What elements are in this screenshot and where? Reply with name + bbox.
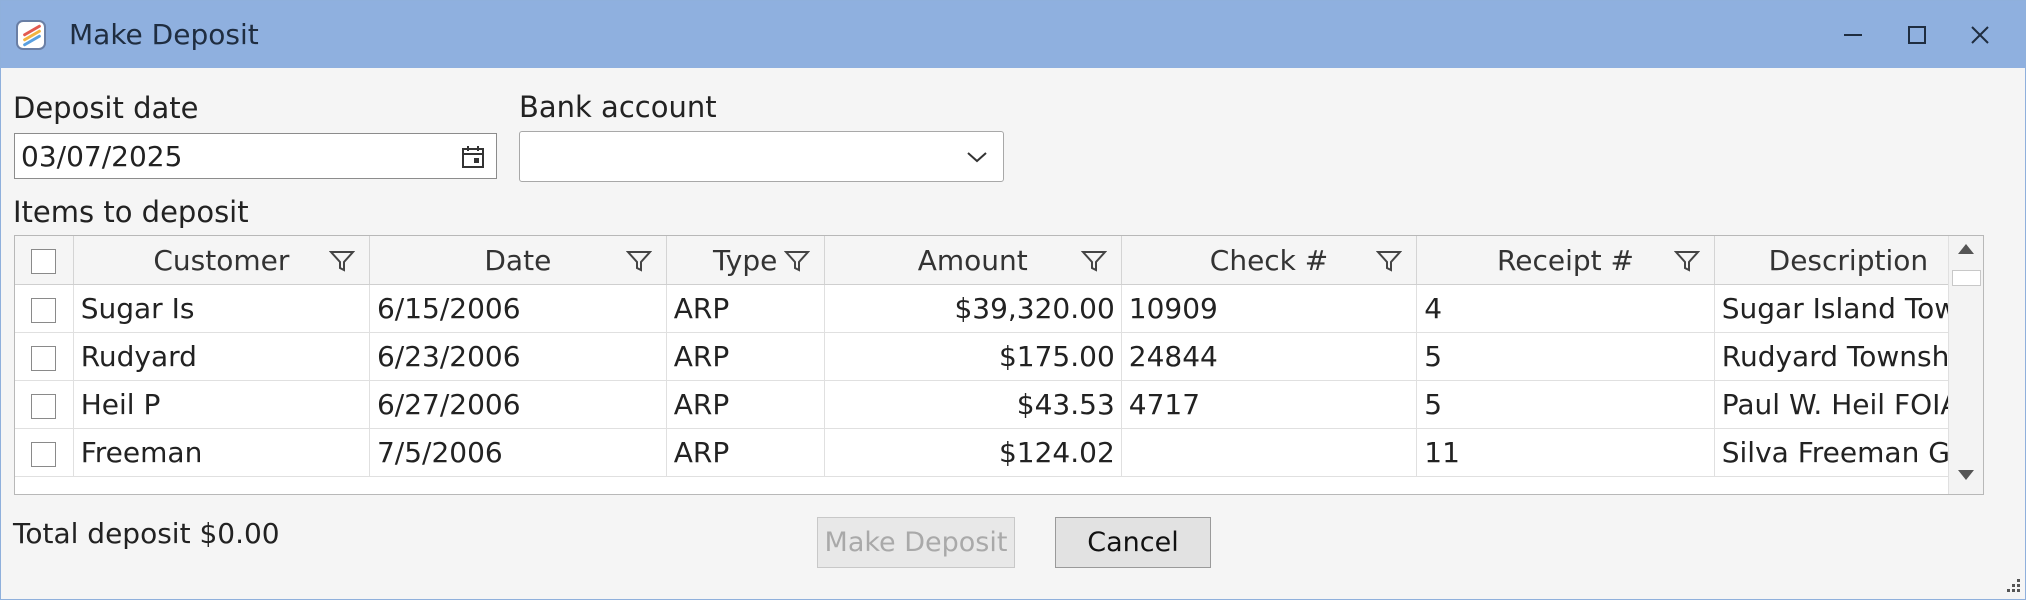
customer-cell[interactable]: Freeman xyxy=(73,428,370,477)
receipt-cell[interactable]: 4 xyxy=(1416,284,1715,333)
table-row[interactable]: Freeman 7/5/2006 ARP $124.02 11 Silva Fr… xyxy=(15,428,1983,477)
receipt-cell[interactable]: 5 xyxy=(1416,332,1715,381)
date-cell[interactable]: 6/23/2006 xyxy=(369,332,667,381)
date-cell[interactable]: 7/5/2006 xyxy=(369,428,667,477)
column-header-amount[interactable]: Amount xyxy=(824,236,1122,285)
description-cell[interactable]: Paul W. Heil FOIA xyxy=(1714,380,1983,429)
items-to-deposit-label: Items to deposit xyxy=(13,195,249,229)
row-checkbox[interactable] xyxy=(31,345,57,371)
close-icon xyxy=(1971,26,1989,44)
type-cell[interactable]: ARP xyxy=(666,428,825,477)
items-table: Customer Date Type Amount Check # Receip… xyxy=(15,236,1983,477)
cancel-button[interactable]: Cancel xyxy=(1055,517,1211,568)
column-header-customer[interactable]: Customer xyxy=(73,236,370,285)
check-cell[interactable]: 10909 xyxy=(1121,284,1418,333)
customer-cell[interactable]: Sugar Is xyxy=(73,284,370,333)
resize-grip-icon[interactable] xyxy=(2003,577,2021,595)
check-cell[interactable]: 4717 xyxy=(1121,380,1418,429)
bank-account-select[interactable] xyxy=(519,131,1004,182)
table-row[interactable]: Rudyard 6/23/2006 ARP $175.00 24844 5 Ru… xyxy=(15,332,1983,381)
column-header-check[interactable]: Check # xyxy=(1121,236,1418,285)
description-cell[interactable]: Sugar Island Town xyxy=(1714,284,1983,333)
header-row: Customer Date Type Amount Check # Receip… xyxy=(15,236,1983,285)
customer-cell[interactable]: Heil P xyxy=(73,380,370,429)
close-button[interactable] xyxy=(1958,13,2002,57)
table-row[interactable]: Sugar Is 6/15/2006 ARP $39,320.00 10909 … xyxy=(15,284,1983,333)
customer-cell[interactable]: Rudyard xyxy=(73,332,370,381)
table-row[interactable]: Heil P 6/27/2006 ARP $43.53 4717 5 Paul … xyxy=(15,380,1983,429)
amount-cell[interactable]: $175.00 xyxy=(824,332,1122,381)
type-cell[interactable]: ARP xyxy=(666,284,825,333)
amount-cell[interactable]: $39,320.00 xyxy=(824,284,1122,333)
bank-account-label: Bank account xyxy=(519,90,717,124)
select-all-checkbox[interactable] xyxy=(31,249,57,274)
row-select-cell xyxy=(15,380,74,429)
app-icon xyxy=(16,20,46,50)
date-cell[interactable]: 6/15/2006 xyxy=(369,284,667,333)
filter-icon[interactable] xyxy=(783,250,810,272)
chevron-down-icon[interactable] xyxy=(965,146,989,168)
row-checkbox[interactable] xyxy=(31,393,57,419)
type-cell[interactable]: ARP xyxy=(666,380,825,429)
select-all-header xyxy=(15,236,74,285)
window-title: Make Deposit xyxy=(69,18,259,51)
vertical-scrollbar[interactable] xyxy=(1948,236,1983,494)
filter-icon[interactable] xyxy=(1080,250,1107,272)
calendar-icon[interactable] xyxy=(460,144,486,170)
filter-icon[interactable] xyxy=(1673,250,1700,272)
minimize-icon xyxy=(1844,34,1862,36)
column-header-type[interactable]: Type xyxy=(666,236,825,285)
date-cell[interactable]: 6/27/2006 xyxy=(369,380,667,429)
deposit-date-input[interactable] xyxy=(21,138,451,174)
scroll-down-icon[interactable] xyxy=(1958,470,1974,480)
row-select-cell xyxy=(15,284,74,333)
column-header-receipt[interactable]: Receipt # xyxy=(1416,236,1715,285)
column-header-description[interactable]: Description xyxy=(1714,236,1983,285)
deposit-date-label: Deposit date xyxy=(13,91,199,125)
amount-cell[interactable]: $43.53 xyxy=(824,380,1122,429)
row-select-cell xyxy=(15,332,74,381)
description-cell[interactable]: Silva Freeman GR xyxy=(1714,428,1983,477)
make-deposit-button[interactable]: Make Deposit xyxy=(817,517,1015,568)
filter-icon[interactable] xyxy=(1376,250,1403,272)
description-cell[interactable]: Rudyard Township xyxy=(1714,332,1983,381)
amount-cell[interactable]: $124.02 xyxy=(824,428,1122,477)
receipt-cell[interactable]: 5 xyxy=(1416,380,1715,429)
title-bar[interactable]: Make Deposit xyxy=(1,1,2025,68)
row-select-cell xyxy=(15,428,74,477)
row-checkbox[interactable] xyxy=(31,441,57,467)
items-grid[interactable]: Customer Date Type Amount Check # Receip… xyxy=(14,235,1984,495)
maximize-icon xyxy=(1908,26,1926,44)
maximize-button[interactable] xyxy=(1895,13,1939,57)
make-deposit-window: Make Deposit Deposit date Bank account I… xyxy=(0,0,2026,600)
check-cell[interactable]: 24844 xyxy=(1121,332,1418,381)
filter-icon[interactable] xyxy=(625,250,652,272)
check-cell[interactable] xyxy=(1121,428,1418,477)
filter-icon[interactable] xyxy=(328,250,355,272)
scroll-up-icon[interactable] xyxy=(1958,244,1974,254)
type-cell[interactable]: ARP xyxy=(666,332,825,381)
row-checkbox[interactable] xyxy=(31,297,57,323)
scroll-thumb[interactable] xyxy=(1952,270,1981,286)
minimize-button[interactable] xyxy=(1831,13,1875,57)
total-deposit-label: Total deposit $0.00 xyxy=(13,517,280,550)
deposit-date-field[interactable] xyxy=(14,133,497,179)
receipt-cell[interactable]: 11 xyxy=(1416,428,1715,477)
column-header-date[interactable]: Date xyxy=(369,236,667,285)
